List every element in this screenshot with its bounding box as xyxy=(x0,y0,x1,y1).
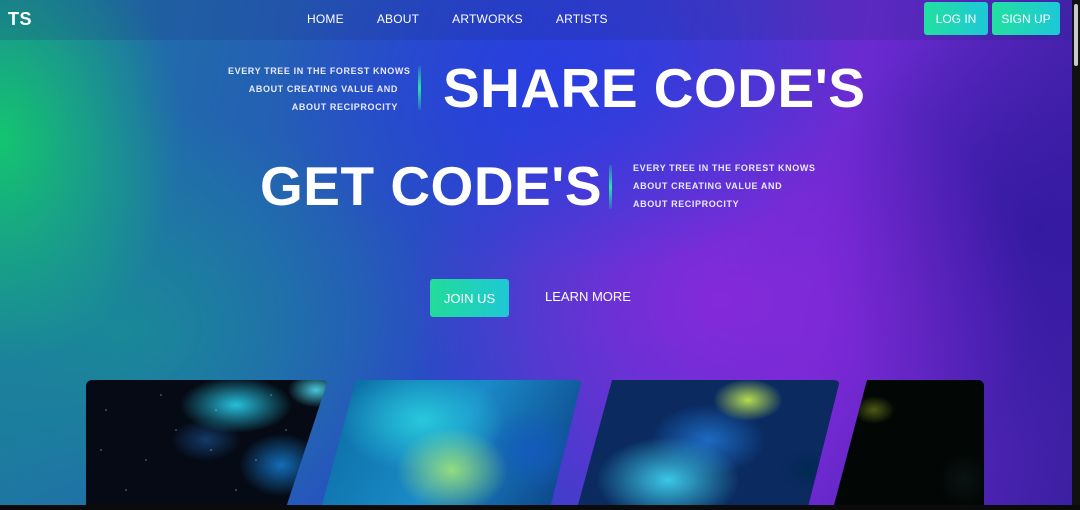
artwork-card[interactable] xyxy=(86,380,328,505)
get-tagline-line: ABOUT CREATING VALUE AND xyxy=(633,181,783,191)
star-speckles xyxy=(86,380,328,505)
share-tagline-line: ABOUT RECIPROCITY xyxy=(291,102,398,112)
signup-button[interactable]: SIGN UP xyxy=(992,2,1060,35)
get-divider xyxy=(609,165,612,209)
get-headline: GET CODE'S xyxy=(260,155,603,217)
join-us-button[interactable]: JOIN US xyxy=(430,279,509,317)
share-tagline: EVERY TREE IN THE FOREST KNOWS ABOUT CRE… xyxy=(228,62,411,116)
nav-links: HOME ABOUT ARTWORKS ARTISTS xyxy=(307,12,608,26)
share-tagline-line: EVERY TREE IN THE FOREST KNOWS xyxy=(228,66,411,76)
brand-logo[interactable]: TS xyxy=(8,9,32,30)
artwork-card[interactable] xyxy=(322,380,582,505)
artwork-gallery xyxy=(86,380,986,505)
get-tagline-line: EVERY TREE IN THE FOREST KNOWS xyxy=(633,163,816,173)
bottom-edge xyxy=(0,505,1080,510)
nav-link-artworks[interactable]: ARTWORKS xyxy=(452,12,523,26)
share-tagline-line: ABOUT CREATING VALUE AND xyxy=(248,84,398,94)
learn-more-link[interactable]: LEARN MORE xyxy=(545,289,631,304)
nav-link-artists[interactable]: ARTISTS xyxy=(556,12,608,26)
nav-link-about[interactable]: ABOUT xyxy=(377,12,419,26)
top-navbar: TS HOME ABOUT ARTWORKS ARTISTS LOG IN SI… xyxy=(0,0,1072,40)
artwork-card[interactable] xyxy=(834,380,984,505)
scrollbar-thumb[interactable] xyxy=(1074,4,1078,66)
get-tagline-line: ABOUT RECIPROCITY xyxy=(633,199,740,209)
get-tagline: EVERY TREE IN THE FOREST KNOWS ABOUT CRE… xyxy=(633,159,816,213)
share-divider xyxy=(418,66,421,110)
page-scrollbar[interactable] xyxy=(1072,0,1080,510)
nav-link-home[interactable]: HOME xyxy=(307,12,344,26)
share-headline: SHARE CODE'S xyxy=(443,57,866,119)
artwork-card[interactable] xyxy=(578,380,840,505)
login-button[interactable]: LOG IN xyxy=(924,2,988,35)
